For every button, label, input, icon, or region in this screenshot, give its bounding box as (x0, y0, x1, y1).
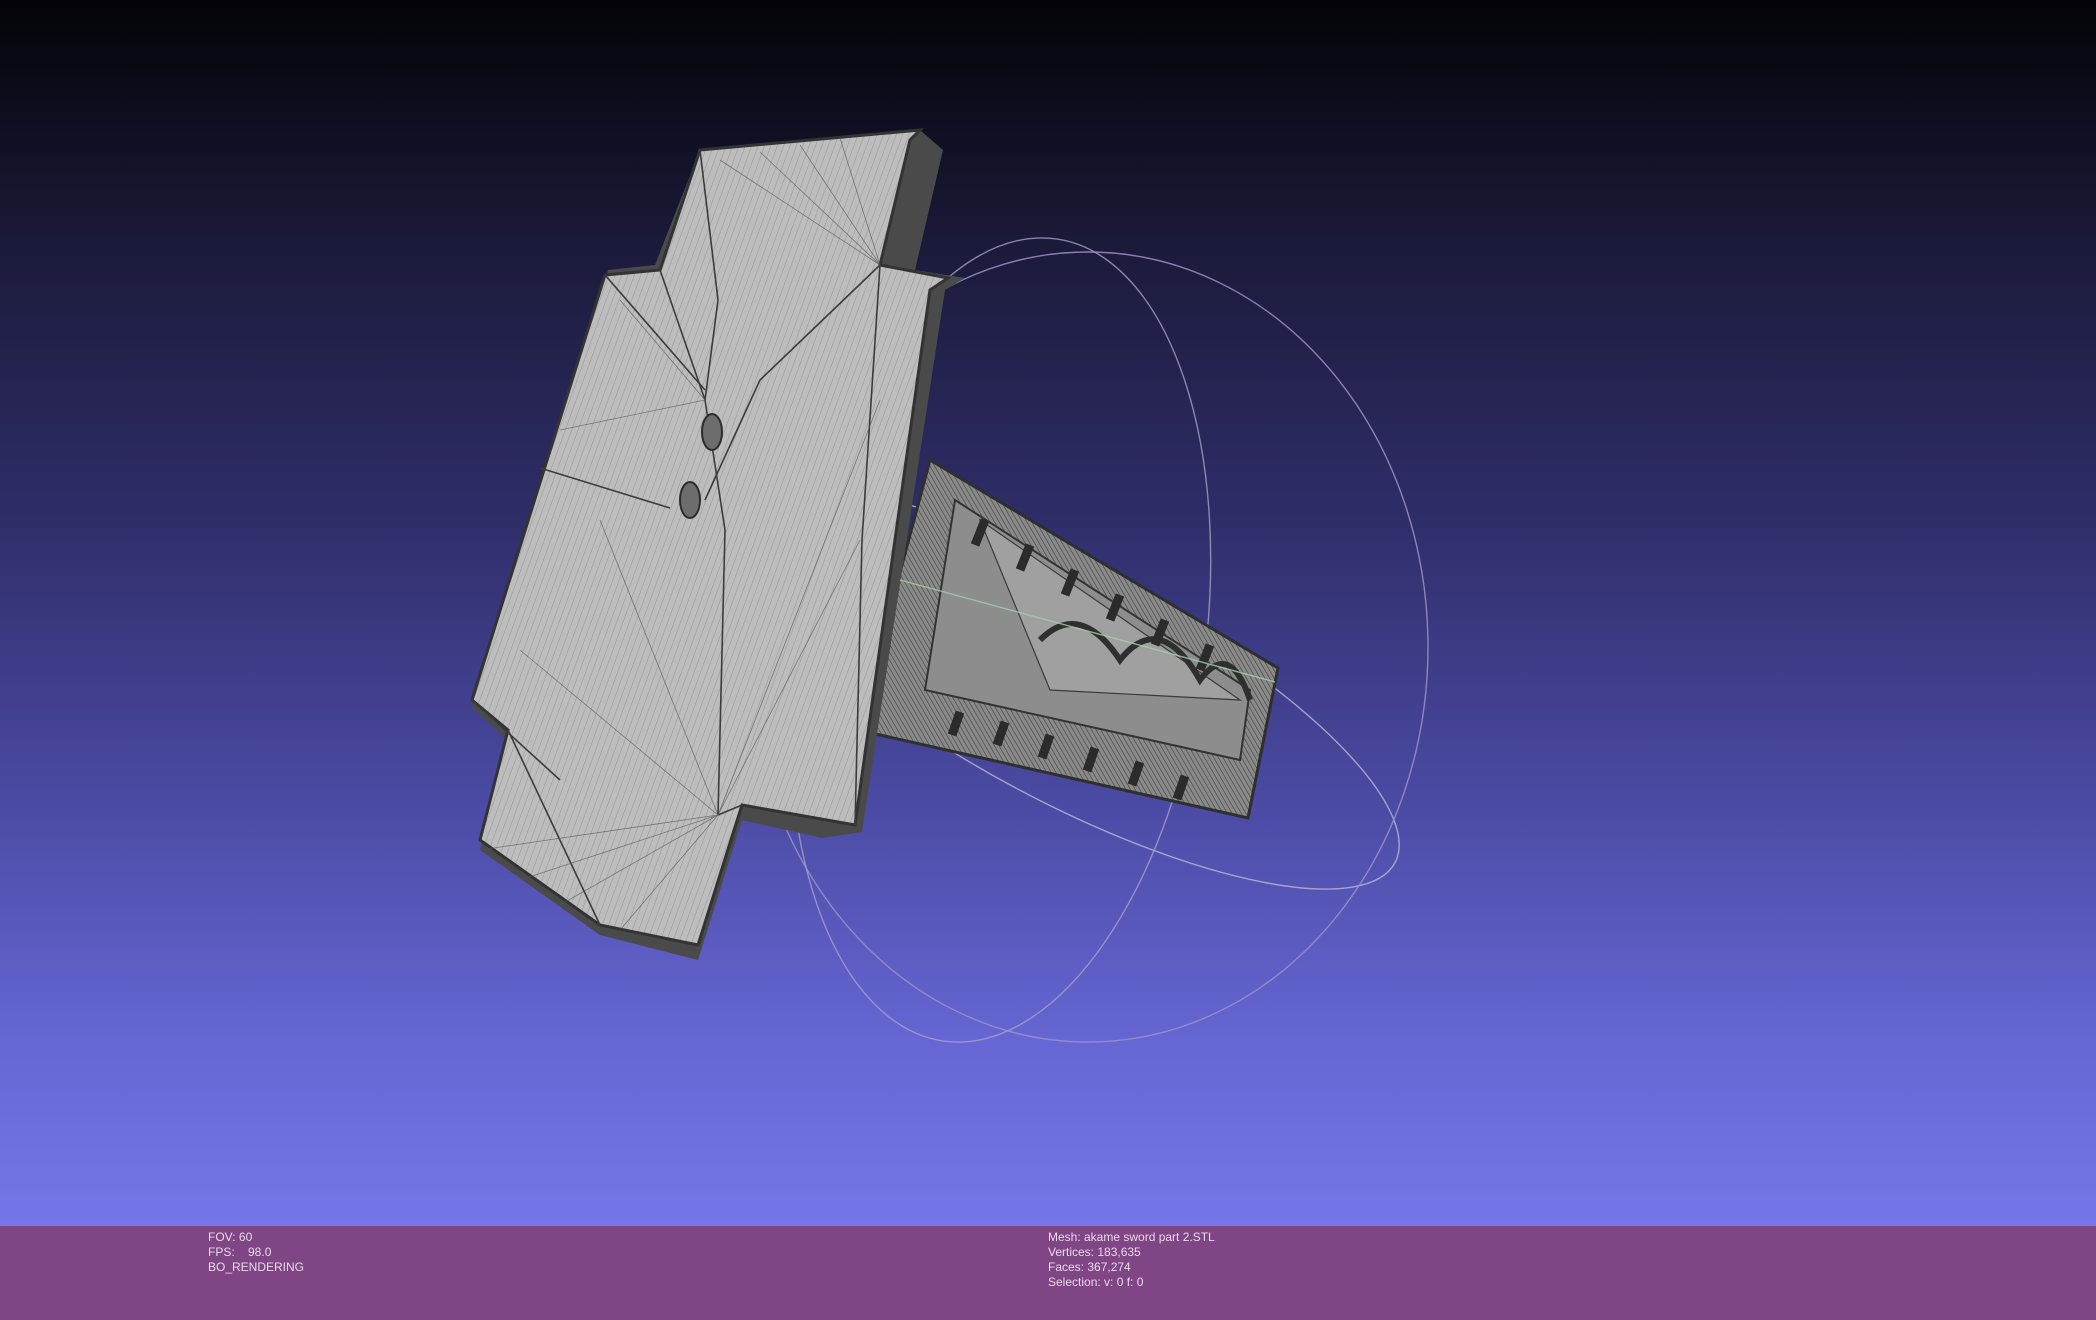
mesh-info: Mesh: akame sword part 2.STL Vertices: 1… (1048, 1230, 1215, 1290)
mesh-name-label: Mesh: akame sword part 2.STL (1048, 1230, 1215, 1244)
mesh-handle (856, 457, 1280, 820)
fov-label: FOV: 60 (208, 1230, 253, 1244)
selection-label: Selection: v: 0 f: 0 (1048, 1275, 1144, 1289)
scene-canvas[interactable] (0, 0, 2096, 1226)
3d-viewport[interactable] (0, 0, 2096, 1226)
vertices-label: Vertices: 183,635 (1048, 1245, 1141, 1259)
render-info: FOV: 60 FPS: 98.0 BO_RENDERING (208, 1230, 304, 1275)
faces-label: Faces: 367,274 (1048, 1260, 1131, 1274)
render-mode-label: BO_RENDERING (208, 1260, 305, 1274)
status-bar: FOV: 60 FPS: 98.0 BO_RENDERING Mesh: aka… (0, 1226, 2096, 1320)
fps-label: FPS: 98.0 (208, 1245, 272, 1259)
mesh-guard (470, 128, 965, 960)
